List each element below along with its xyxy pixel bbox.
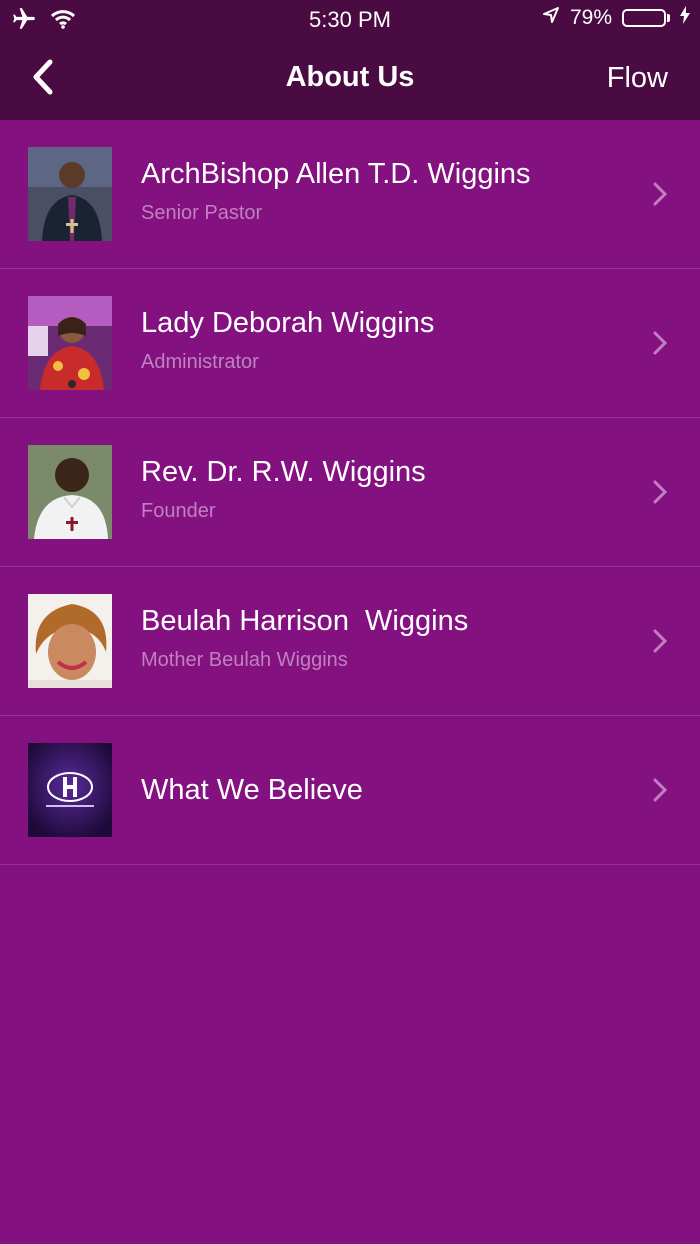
- church-logo-thumbnail: [28, 743, 112, 837]
- battery-percent: 79%: [569, 6, 612, 29]
- avatar-archbishop: [28, 147, 112, 241]
- chevron-right-icon: [652, 627, 668, 655]
- about-list: ArchBishop Allen T.D. Wiggins Senior Pas…: [0, 120, 700, 865]
- list-item-rev-dr-rw[interactable]: Rev. Dr. R.W. Wiggins Founder: [0, 418, 700, 567]
- location-arrow-icon: [542, 6, 560, 30]
- list-item-what-we-believe[interactable]: What We Believe: [0, 716, 700, 865]
- battery-icon: [622, 9, 670, 27]
- avatar-rev-dr-rw: [28, 445, 112, 539]
- item-name: What We Believe: [141, 774, 363, 806]
- item-subtitle: Founder: [141, 500, 216, 522]
- list-item-beulah[interactable]: Beulah Harrison Wiggins Mother Beulah Wi…: [0, 567, 700, 716]
- chevron-right-icon: [652, 776, 668, 804]
- page-title: About Us: [285, 61, 415, 93]
- item-subtitle: Mother Beulah Wiggins: [141, 649, 348, 671]
- avatar-beulah: [28, 594, 112, 688]
- chevron-right-icon: [652, 329, 668, 357]
- chevron-right-icon: [652, 180, 668, 208]
- nav-bar: About Us Flow: [0, 40, 700, 120]
- item-subtitle: Senior Pastor: [141, 202, 263, 224]
- status-bar: 5:30 PM 79%: [0, 0, 700, 40]
- list-item-lady-deborah[interactable]: Lady Deborah Wiggins Administrator: [0, 269, 700, 418]
- item-subtitle: Administrator: [141, 351, 259, 373]
- list-item-archbishop[interactable]: ArchBishop Allen T.D. Wiggins Senior Pas…: [0, 120, 700, 269]
- item-name: Beulah Harrison Wiggins: [141, 605, 469, 637]
- item-name: Lady Deborah Wiggins: [141, 307, 435, 339]
- charging-bolt-icon: [680, 6, 690, 30]
- item-name: ArchBishop Allen T.D. Wiggins: [141, 158, 531, 190]
- avatar-lady-deborah: [28, 296, 112, 390]
- item-name: Rev. Dr. R.W. Wiggins: [141, 456, 426, 488]
- chevron-right-icon: [652, 478, 668, 506]
- flow-button[interactable]: Flow: [607, 62, 668, 95]
